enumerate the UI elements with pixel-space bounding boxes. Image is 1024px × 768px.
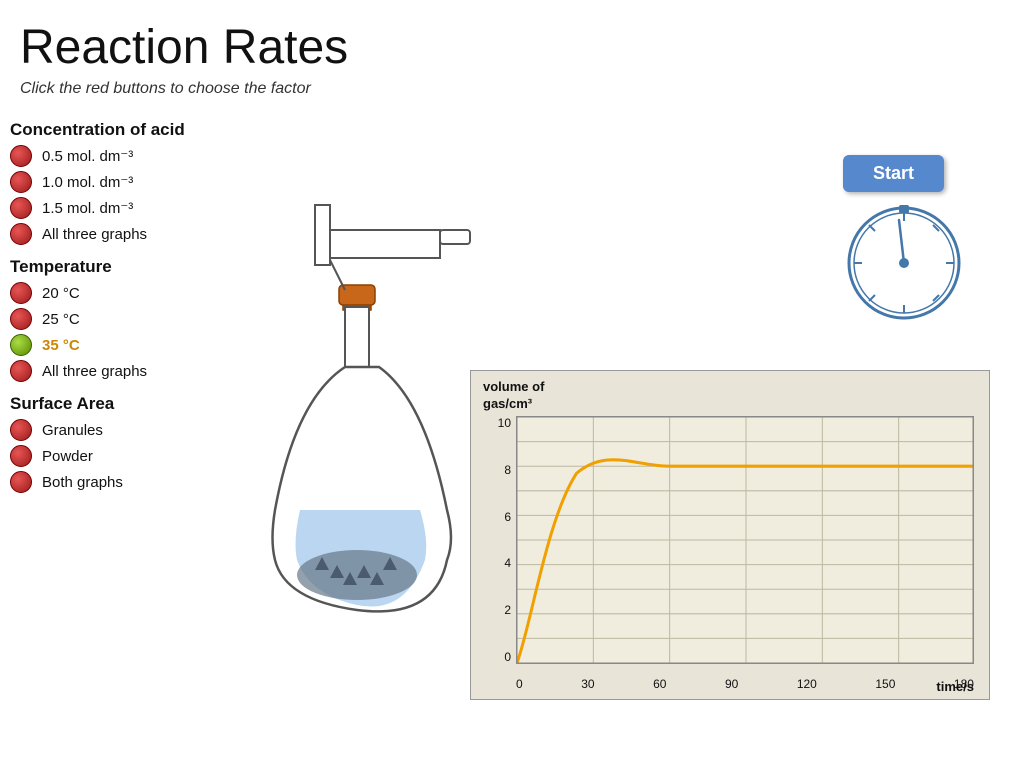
y-axis-labels: 10 8 6 4 2 0	[476, 416, 511, 664]
label-both-graphs: Both graphs	[42, 474, 123, 491]
label-granules: Granules	[42, 422, 103, 439]
page-title: Reaction Rates	[20, 20, 348, 75]
label-all-temp: All three graphs	[42, 363, 147, 380]
option-all-conc[interactable]: All three graphs	[10, 223, 250, 245]
option-powder[interactable]: Powder	[10, 445, 250, 467]
flask-container	[255, 200, 475, 620]
option-granules[interactable]: Granules	[10, 419, 250, 441]
btn-20c[interactable]	[10, 282, 32, 304]
option-25c[interactable]: 25 °C	[10, 308, 250, 330]
btn-25c[interactable]	[10, 308, 32, 330]
btn-1.0mol[interactable]	[10, 171, 32, 193]
btn-35c[interactable]	[10, 334, 32, 356]
subtitle: Click the red buttons to choose the fact…	[20, 80, 311, 98]
option-35c[interactable]: 35 °C	[10, 334, 250, 356]
option-0.5mol[interactable]: 0.5 mol. dm⁻³	[10, 145, 250, 167]
x-axis-labels: 0 30 60 90 120 150 180	[516, 677, 974, 691]
btn-1.5mol[interactable]	[10, 197, 32, 219]
label-1.0mol: 1.0 mol. dm⁻³	[42, 173, 133, 191]
option-1.0mol[interactable]: 1.0 mol. dm⁻³	[10, 171, 250, 193]
option-20c[interactable]: 20 °C	[10, 282, 250, 304]
option-1.5mol[interactable]: 1.5 mol. dm⁻³	[10, 197, 250, 219]
stopwatch	[839, 195, 969, 325]
concentration-title: Concentration of acid	[10, 120, 250, 140]
btn-0.5mol[interactable]	[10, 145, 32, 167]
btn-all-temp[interactable]	[10, 360, 32, 382]
btn-all-conc[interactable]	[10, 223, 32, 245]
label-all-conc: All three graphs	[42, 226, 147, 243]
label-20c: 20 °C	[42, 285, 80, 302]
temperature-title: Temperature	[10, 257, 250, 277]
chart-container: volume of gas/cm³ time/s 10 8 6 4 2 0 0 …	[470, 370, 990, 700]
btn-powder[interactable]	[10, 445, 32, 467]
btn-granules[interactable]	[10, 419, 32, 441]
btn-both-graphs[interactable]	[10, 471, 32, 493]
option-all-temp[interactable]: All three graphs	[10, 360, 250, 382]
label-powder: Powder	[42, 448, 93, 465]
start-button[interactable]: Start	[843, 155, 944, 192]
surface-area-title: Surface Area	[10, 394, 250, 414]
chart-y-title: volume of gas/cm³	[483, 379, 544, 413]
chart-plot-area	[516, 416, 974, 664]
label-35c: 35 °C	[42, 337, 80, 354]
label-0.5mol: 0.5 mol. dm⁻³	[42, 147, 133, 165]
left-panel: Concentration of acid 0.5 mol. dm⁻³ 1.0 …	[10, 120, 250, 497]
option-both-graphs[interactable]: Both graphs	[10, 471, 250, 493]
label-1.5mol: 1.5 mol. dm⁻³	[42, 199, 133, 217]
label-25c: 25 °C	[42, 311, 80, 328]
